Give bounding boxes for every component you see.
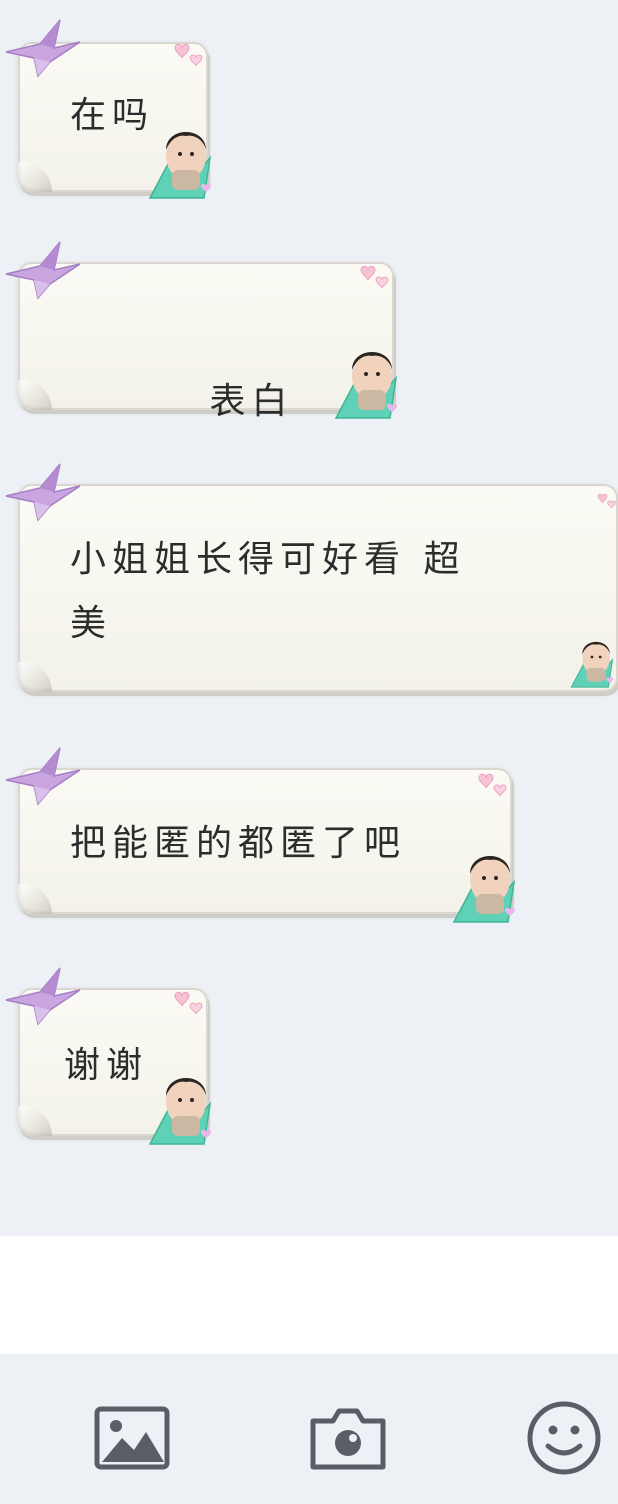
paper-crane-icon bbox=[5, 19, 81, 77]
camera-icon bbox=[310, 1408, 386, 1470]
paper-crane-icon bbox=[5, 747, 81, 805]
chat-area[interactable]: 在吗 表白 20201225 小姐姐长得可好看 超 美 把能匿的 bbox=[0, 0, 618, 1236]
emoji-icon bbox=[527, 1401, 601, 1475]
message-text: 把能匿的都匿了吧 bbox=[70, 823, 407, 864]
page-curl-decoration bbox=[18, 662, 52, 692]
message-text: 谢谢 bbox=[64, 1045, 149, 1086]
image-button[interactable] bbox=[92, 1398, 172, 1478]
avatar-sticker-icon bbox=[570, 641, 614, 688]
page-curl-decoration bbox=[18, 1106, 52, 1136]
hearts-icon bbox=[478, 773, 507, 797]
paper-crane-icon bbox=[5, 967, 81, 1025]
page-curl-decoration bbox=[18, 162, 52, 192]
emoji-button[interactable] bbox=[524, 1398, 604, 1478]
image-icon bbox=[94, 1406, 170, 1470]
page-curl-decoration bbox=[18, 884, 52, 914]
hearts-icon bbox=[360, 265, 389, 289]
hearts-icon bbox=[174, 991, 203, 1015]
avatar-sticker-icon bbox=[453, 855, 516, 923]
message-text-prefix: 表白 bbox=[209, 381, 294, 422]
hearts-icon bbox=[597, 493, 616, 509]
paper-crane-icon bbox=[5, 463, 81, 521]
paper-crane-icon bbox=[5, 241, 81, 299]
message-text: 小姐姐长得可好看 超 美 bbox=[70, 539, 466, 644]
hearts-icon bbox=[174, 43, 203, 67]
avatar-sticker-icon bbox=[149, 131, 212, 199]
message-bubble[interactable]: 小姐姐长得可好看 超 美 bbox=[18, 484, 618, 692]
message-bubble[interactable]: 把能匿的都匿了吧 bbox=[18, 768, 512, 914]
message-text: 在吗 bbox=[70, 95, 155, 136]
camera-button[interactable] bbox=[308, 1398, 388, 1478]
bottom-toolbar bbox=[0, 1354, 618, 1504]
message-input-area[interactable] bbox=[0, 1236, 618, 1354]
avatar-sticker-icon bbox=[149, 1077, 212, 1145]
page-curl-decoration bbox=[18, 380, 52, 410]
avatar-sticker-icon bbox=[335, 351, 398, 419]
